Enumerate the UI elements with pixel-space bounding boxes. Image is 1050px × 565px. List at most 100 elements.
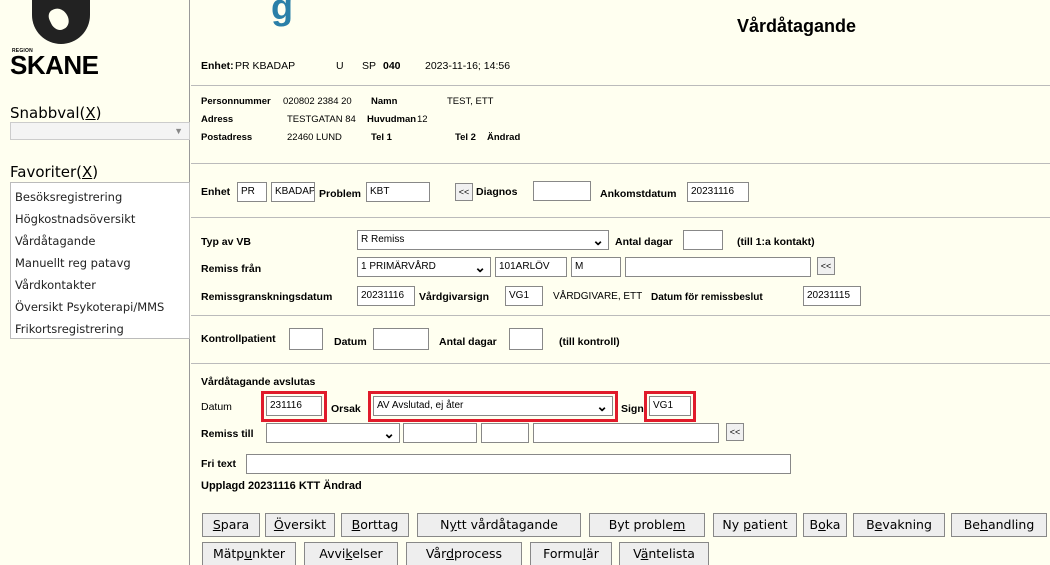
btn-text: B [809,517,819,532]
typ-av-vb-value: R Remiss [361,234,405,245]
huvudman-label: Huvudman [367,114,417,125]
orsak-select[interactable]: AV Avslutad, ej åter ⌄ [373,396,613,416]
enhet-label: Enhet [201,186,231,198]
favorite-item[interactable]: Högkostnadsöversikt [11,211,189,233]
ankomstdatum-label: Ankomstdatum [600,188,677,200]
btn-key: B [351,517,361,532]
btn-key: o [818,517,826,532]
behandling-button[interactable]: Behandling [951,513,1047,537]
nytt-vardatagande-button[interactable]: Nytt vårdåtagande [417,513,581,537]
remiss-till-code-field[interactable] [403,423,477,443]
remiss-till-select[interactable]: ⌄ [266,423,400,443]
problem-field[interactable]: KBT [366,182,430,202]
btn-text: ntelista [648,546,695,561]
favorite-item[interactable]: Manuellt reg patavg [11,255,189,277]
typ-av-vb-select[interactable]: R Remiss ⌄ [357,230,609,250]
btn-text: B [866,517,875,532]
kontroll-antal-dagar-field[interactable] [509,328,543,350]
remissgranskning-label: Remissgranskningsdatum [201,291,333,303]
btn-key: d [446,546,455,561]
chevron-down-icon: ⌄ [596,398,608,414]
diagnos-field[interactable] [533,181,591,201]
btn-key: h [980,517,988,532]
region-skane-logo: REGION SKANE [8,0,138,80]
btn-text: Be [963,517,980,532]
problem-lookup-button[interactable]: << [455,183,473,201]
antal-dagar-field[interactable] [683,230,723,250]
divider [191,363,1050,364]
vantelista-button[interactable]: Väntelista [619,542,709,565]
remissgranskning-field[interactable]: 20231116 [357,286,415,306]
favorite-item[interactable]: Frikortsregistrering [11,321,189,343]
btn-key: y [449,517,457,532]
favorite-item[interactable]: Besöksregistrering [11,189,189,211]
favoriter-close: ) [92,163,99,181]
btn-key: S [212,517,221,532]
avslut-datum-field[interactable]: 231116 [266,396,322,416]
remissbeslut-field[interactable]: 20231115 [803,286,861,306]
adress-label: Adress [201,114,234,125]
btn-text: ka [825,517,841,532]
ankomstdatum-field[interactable]: 20231116 [687,182,749,202]
vardgivarsign-field[interactable]: VG1 [505,286,543,306]
favorite-item[interactable]: Vårdkontakter [11,277,189,299]
btn-text: Byt proble [608,517,674,532]
bevakning-button[interactable]: Bevakning [853,513,945,537]
remiss-fran-label: Remiss från [201,263,262,275]
snabbval-select[interactable]: ▼ [10,122,190,140]
favoriter-title[interactable]: Favoriter(X) [10,163,98,181]
formular-button[interactable]: Formulär [530,542,612,565]
btn-text: para [220,517,250,532]
enhet-field-2[interactable]: KBADAP [271,182,315,202]
fritext-field[interactable] [246,454,791,474]
avvikelser-button[interactable]: Avvikelser [304,542,398,565]
remiss-fran-m-field[interactable]: M [571,257,621,277]
kontrollpatient-label: Kontrollpatient [201,333,276,345]
remiss-till-name-field[interactable] [533,423,719,443]
orsak-label: Orsak [331,403,361,415]
kontroll-datum-field[interactable] [373,328,429,350]
diagnos-label: Diagnos [476,186,518,198]
remiss-fran-name-field[interactable] [625,257,811,277]
chevron-down-icon: ⌄ [592,232,604,248]
remiss-fran-select[interactable]: 1 PRIMÄRVÅRD ⌄ [357,257,491,277]
borttag-button[interactable]: Borttag [341,513,409,537]
snabbval-title[interactable]: Snabbval(X) [10,104,102,122]
favorite-item[interactable]: Översikt Psykoterapi/MMS [11,299,189,321]
matpunkter-button[interactable]: Mätpunkter [202,542,296,565]
enhet-field-1[interactable]: PR [237,182,267,202]
sp-value: 040 [383,60,401,72]
favorite-item[interactable]: Vårdåtagande [11,233,189,255]
remiss-fran-lookup-button[interactable]: << [817,257,835,275]
vardprocess-button[interactable]: Vårdprocess [406,542,522,565]
byt-problem-button[interactable]: Byt problem [589,513,705,537]
header-datetime: 2023-11-16; 14:56 [425,60,511,72]
sp-label: SP [362,60,377,72]
kontrollpatient-field[interactable] [289,328,323,350]
btn-text: elser [352,546,383,561]
btn-text: atient [751,517,788,532]
main-panel: g Vårdåtagande Enhet: PR KBADAP U SP 040… [191,0,1050,565]
boka-button[interactable]: Boka [803,513,847,537]
ny-patient-button[interactable]: Ny patient [713,513,797,537]
personnummer-value: 020802 2384 20 [283,96,352,107]
avslut-datum-label: Datum [201,401,232,413]
tel2-label: Tel 2 [455,132,476,143]
remiss-till-lookup-button[interactable]: << [726,423,744,441]
oversikt-button[interactable]: Översikt [265,513,335,537]
vardatagande-avslutas-label: Vårdåtagande avslutas [201,376,316,388]
btn-text: vakning [882,517,932,532]
remiss-till-label: Remiss till [201,428,254,440]
spara-button[interactable]: Spara [202,513,260,537]
chevron-down-icon: ▼ [174,126,183,136]
till-kontroll-label: (till kontroll) [559,336,620,348]
kontroll-datum-label: Datum [334,336,367,348]
sign-field[interactable]: VG1 [649,396,691,416]
chevron-down-icon: ⌄ [474,259,486,275]
remiss-fran-code-field[interactable]: 101ARLÖV [495,257,567,277]
remiss-till-m-field[interactable] [481,423,529,443]
divider [191,315,1050,316]
btn-text: Mätp [212,546,245,561]
problem-label: Problem [319,188,362,200]
namn-label: Namn [371,96,398,107]
